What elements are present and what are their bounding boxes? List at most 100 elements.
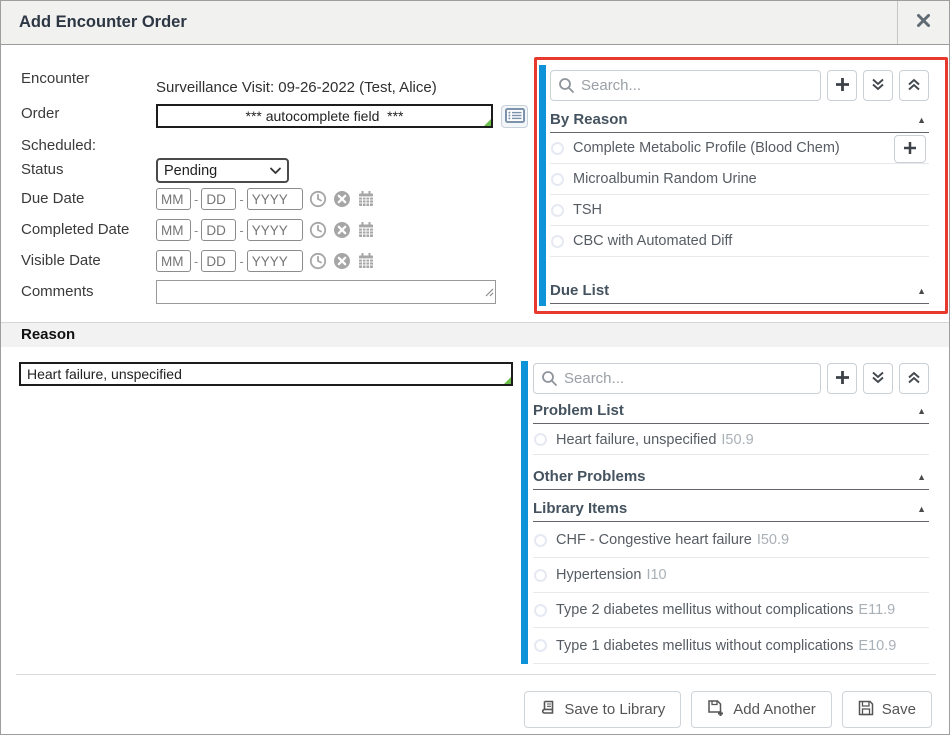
add-encounter-order-dialog: Add Encounter Order Encounter Surveillan… [0,0,950,735]
reason-item-row[interactable]: Type 2 diabetes mellitus without complic… [533,593,929,628]
order-item-add-button[interactable] [894,135,926,163]
radio-circle-icon [534,604,547,617]
order-item-row[interactable]: CBC with Automated Diff [550,226,929,257]
encounter-value: Surveillance Visit: 09-26-2022 (Test, Al… [156,79,437,96]
reason-item-code: I10 [646,567,666,583]
visible-date-label: Visible Date [21,252,101,269]
order-label: Order [21,105,59,122]
clock-icon[interactable] [309,190,327,208]
calendar-icon[interactable] [357,252,375,270]
button-label: Add Another [733,701,816,718]
calendar-icon[interactable] [357,221,375,239]
reason-picker-add-button[interactable] [827,363,857,394]
completed-date-mm-input[interactable] [156,219,191,241]
resize-grip-icon [504,377,511,384]
reason-item-label: Type 2 diabetes mellitus without complic… [556,602,853,618]
encounter-label: Encounter [21,70,89,87]
order-picker-add-button[interactable] [827,70,857,101]
visible-date-mm-input[interactable] [156,250,191,272]
comments-textarea[interactable] [156,280,496,304]
double-chevron-up-icon [907,370,921,388]
order-autocomplete-input[interactable] [156,104,493,128]
due-date-row: -- [156,188,375,210]
due-date-label: Due Date [21,190,84,207]
order-picker-accent-bar [539,65,546,306]
radio-circle-icon [534,433,547,446]
order-picker-collapse-all-button[interactable] [899,70,929,101]
order-lookup-button[interactable] [501,105,528,128]
reason-autocomplete-input[interactable] [19,362,513,386]
reason-item-code: E11.9 [858,602,895,618]
reason-picker-search-wrap [533,363,821,394]
reason-section-title: Reason [21,326,75,343]
reason-picker-accent-bar [521,361,528,664]
dialog-header: Add Encounter Order [1,1,949,45]
save-to-library-button[interactable]: Save to Library [524,691,681,728]
section-other-problems[interactable]: Other Problems ▲ [533,464,929,490]
button-label: Save to Library [564,701,665,718]
collapse-caret-icon: ▲ [917,472,929,482]
radio-circle-icon [551,235,564,248]
radio-circle-icon [551,142,564,155]
section-library-items[interactable]: Library Items ▲ [533,496,929,522]
section-problem-list[interactable]: Problem List ▲ [533,398,929,424]
order-picker-search-input[interactable] [550,70,821,101]
save-button[interactable]: Save [842,691,932,728]
visible-date-dd-input[interactable] [201,250,236,272]
due-date-dd-input[interactable] [201,188,236,210]
status-select-wrap: Pending [156,158,289,183]
reason-item-row[interactable]: Hypertension I10 [533,558,929,593]
close-icon [916,13,931,33]
reason-item-label: Hypertension [556,567,641,583]
section-by-reason[interactable]: By Reason ▲ [550,107,929,133]
visible-date-yyyy-input[interactable] [247,250,303,272]
due-date-mm-input[interactable] [156,188,191,210]
clock-icon[interactable] [309,221,327,239]
due-date-yyyy-input[interactable] [247,188,303,210]
reason-section-header: Reason [1,322,949,347]
comments-field-wrap [156,280,496,304]
section-title: Other Problems [533,468,646,485]
radio-circle-icon [534,534,547,547]
add-another-button[interactable]: Add Another [691,691,832,728]
order-item-row[interactable]: Microalbumin Random Urine [550,164,929,195]
reason-picker-collapse-all-button[interactable] [899,363,929,394]
reason-item-row[interactable]: Heart failure, unspecified I50.9 [533,425,929,455]
section-due-list[interactable]: Due List ▲ [550,278,929,304]
reason-item-label: Heart failure, unspecified [556,432,716,448]
section-title: Due List [550,282,609,299]
order-item-row[interactable]: TSH [550,195,929,226]
reason-item-code: I50.9 [757,532,789,548]
status-select[interactable]: Pending [156,158,289,183]
close-button[interactable] [897,1,949,44]
clear-date-icon[interactable] [333,252,351,270]
collapse-caret-icon: ▲ [917,115,929,125]
order-item-label: TSH [573,202,602,218]
reason-item-code: E10.9 [858,638,896,654]
order-item-label: Complete Metabolic Profile (Blood Chem) [573,140,840,156]
reason-item-row[interactable]: Type 1 diabetes mellitus without complic… [533,628,929,664]
calendar-icon[interactable] [357,190,375,208]
reason-picker-expand-all-button[interactable] [863,363,893,394]
section-title: Library Items [533,500,627,517]
section-title: By Reason [550,111,628,128]
clear-date-icon[interactable] [333,190,351,208]
order-item-label: CBC with Automated Diff [573,233,732,249]
clock-icon[interactable] [309,252,327,270]
footer-divider [16,674,936,675]
plus-icon [903,141,917,158]
reason-item-row[interactable]: CHF - Congestive heart failure I50.9 [533,523,929,558]
footer-actions: Save to Library Add Another Save [524,691,932,728]
radio-circle-icon [534,569,547,582]
order-item-row[interactable]: Complete Metabolic Profile (Blood Chem) [550,133,929,164]
completed-date-dd-input[interactable] [201,219,236,241]
order-item-label: Microalbumin Random Urine [573,171,757,187]
save-icon [858,700,874,720]
save-plus-icon [707,699,725,720]
clear-date-icon[interactable] [333,221,351,239]
reason-picker-search-input[interactable] [533,363,821,394]
order-picker-expand-all-button[interactable] [863,70,893,101]
status-label: Status [21,161,64,178]
completed-date-yyyy-input[interactable] [247,219,303,241]
section-title: Problem List [533,402,624,419]
